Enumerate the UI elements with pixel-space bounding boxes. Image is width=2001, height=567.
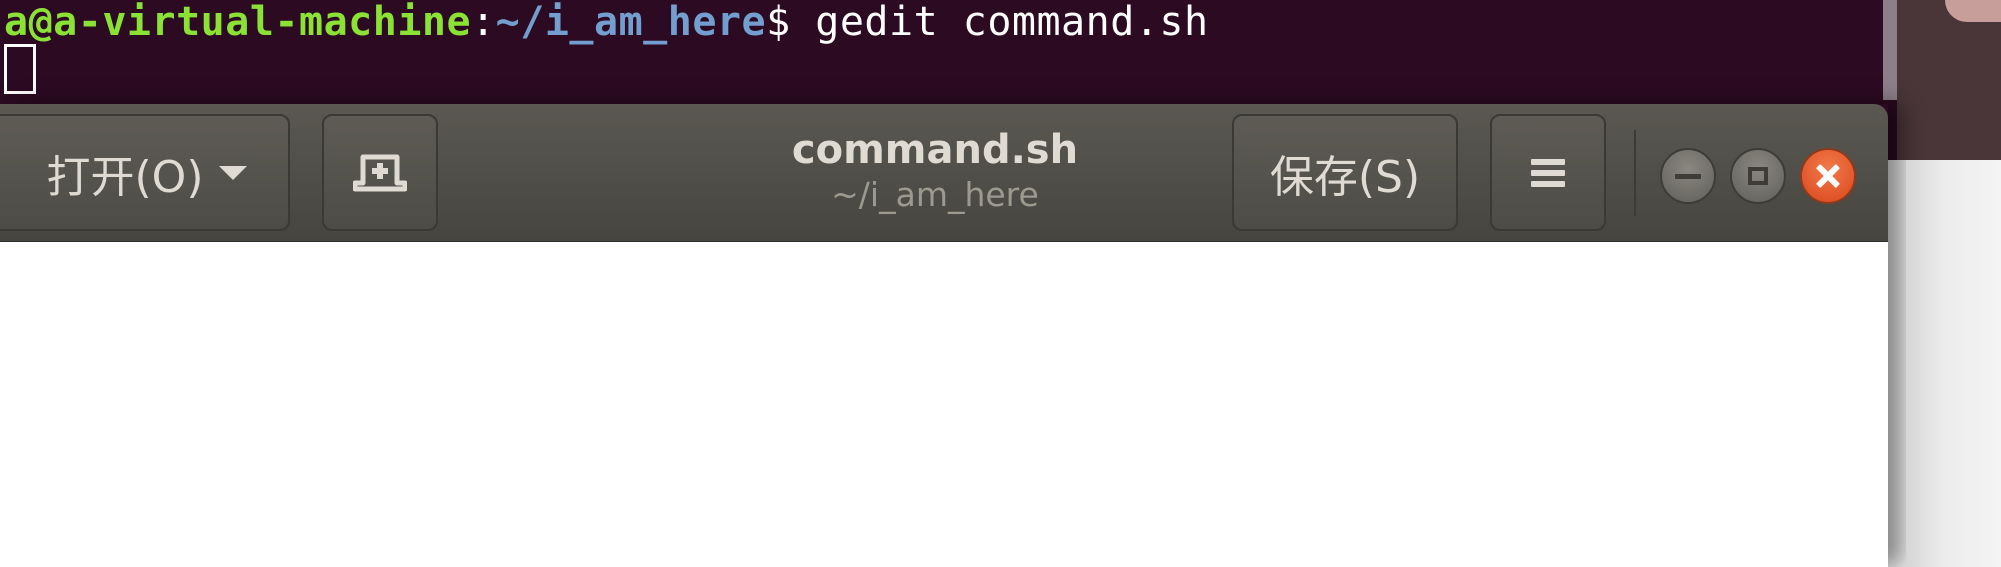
- desktop-background: [1897, 0, 2001, 160]
- terminal-command: gedit command.sh: [790, 0, 1209, 45]
- maximize-button[interactable]: [1730, 148, 1786, 204]
- window-title-block: command.sh ~/i_am_here: [700, 126, 1170, 216]
- terminal-prompt-line: a@a-virtual-machine:~/i_am_here$ gedit c…: [4, 0, 1209, 46]
- save-button[interactable]: 保存(S): [1232, 114, 1458, 231]
- terminal-scrollbar[interactable]: [1883, 0, 1897, 100]
- prompt-separator: :: [471, 0, 496, 45]
- new-tab-button[interactable]: [322, 114, 438, 231]
- maximize-icon: [1748, 167, 1768, 185]
- save-button-label: 保存(S): [1269, 151, 1421, 203]
- headerbar-divider: [1634, 130, 1636, 216]
- prompt-path: ~/i_am_here: [495, 0, 767, 45]
- terminal-cursor: [4, 44, 36, 94]
- open-button[interactable]: 打开(O): [0, 114, 290, 231]
- prompt-user: a@a-virtual-machine: [4, 0, 472, 45]
- text-editor-area[interactable]: [0, 242, 1888, 567]
- gedit-window: 打开(O) command.sh ~/i_am_here 保存(S): [0, 104, 1888, 567]
- close-button[interactable]: [1800, 148, 1856, 204]
- prompt-dollar: $: [766, 0, 791, 45]
- gedit-headerbar[interactable]: 打开(O) command.sh ~/i_am_here 保存(S): [0, 104, 1888, 242]
- menu-button[interactable]: [1490, 114, 1606, 231]
- close-icon: [1815, 163, 1841, 189]
- minimize-button[interactable]: [1660, 148, 1716, 204]
- window-title: command.sh: [791, 127, 1079, 173]
- minimize-icon: [1675, 173, 1701, 179]
- chevron-down-icon: [219, 165, 248, 180]
- background-window-edge: [1906, 160, 2001, 567]
- desktop-screen: a@a-virtual-machine:~/i_am_here$ gedit c…: [0, 0, 2001, 567]
- window-subtitle: ~/i_am_here: [831, 175, 1039, 214]
- open-button-label: 打开(O): [46, 151, 204, 203]
- new-tab-icon: [353, 154, 407, 191]
- hamburger-menu-icon: [1531, 158, 1565, 187]
